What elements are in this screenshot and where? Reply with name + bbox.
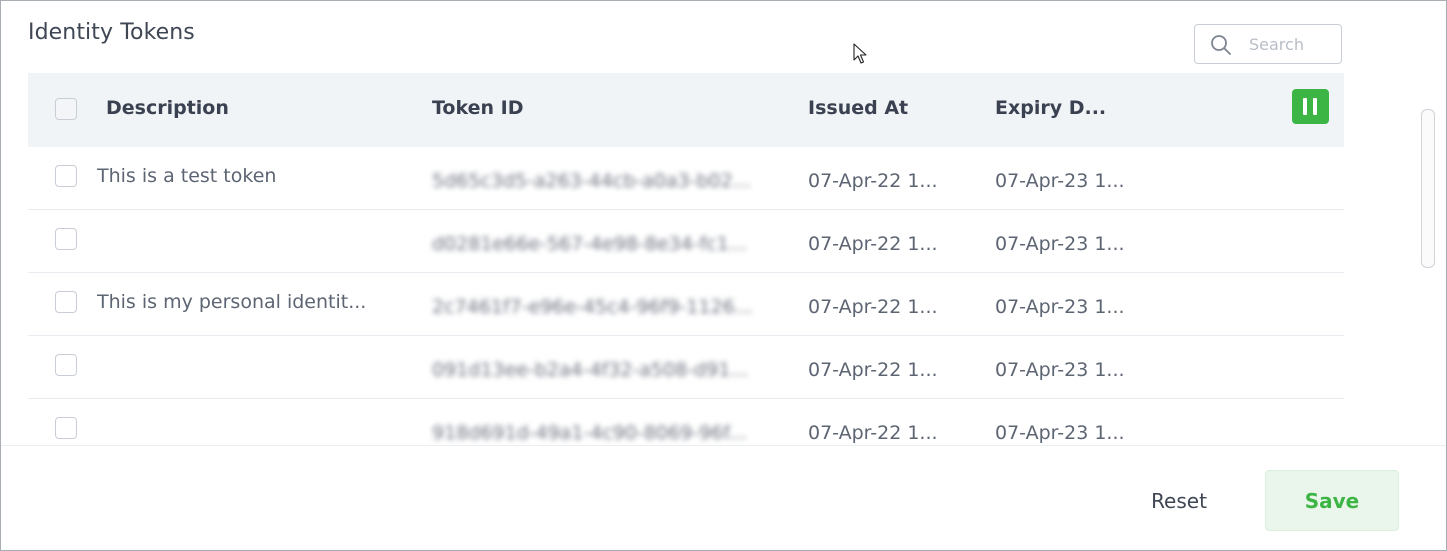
row-checkbox[interactable] bbox=[55, 165, 77, 187]
row-issued-at: 07-Apr-22 1... bbox=[808, 296, 938, 318]
reset-button[interactable]: Reset bbox=[1129, 473, 1229, 529]
row-checkbox[interactable] bbox=[55, 354, 77, 376]
column-header-description[interactable]: Description bbox=[106, 97, 229, 119]
footer-divider bbox=[1, 445, 1446, 446]
search-input[interactable] bbox=[1249, 33, 1337, 55]
row-expiry-date: 07-Apr-23 1... bbox=[995, 359, 1125, 381]
column-header-token-id[interactable]: Token ID bbox=[432, 97, 523, 119]
row-expiry-date: 07-Apr-23 1... bbox=[995, 170, 1125, 192]
column-header-expiry-date[interactable]: Expiry D... bbox=[995, 97, 1106, 119]
row-expiry-date: 07-Apr-23 1... bbox=[995, 296, 1125, 318]
row-description: This is a test token bbox=[97, 165, 277, 187]
row-expiry-date: 07-Apr-23 1... bbox=[995, 422, 1125, 444]
identity-tokens-panel: Identity Tokens Description Token ID Iss… bbox=[0, 0, 1447, 551]
row-checkbox[interactable] bbox=[55, 291, 77, 313]
row-token-id: d0281e66e-567-4e98-8e34-fc1... bbox=[432, 233, 747, 255]
search-icon bbox=[1210, 34, 1232, 56]
table-row[interactable]: 091d13ee-b2a4-4f32-a508-d91... 07-Apr-22… bbox=[28, 336, 1344, 399]
page-title: Identity Tokens bbox=[28, 20, 195, 45]
search-box[interactable] bbox=[1194, 24, 1342, 64]
pause-button[interactable] bbox=[1292, 89, 1329, 124]
table-row[interactable]: This is my personal identit... 2c7461f7-… bbox=[28, 273, 1344, 336]
vertical-scrollbar[interactable] bbox=[1421, 109, 1435, 268]
row-description: This is my personal identit... bbox=[97, 291, 367, 313]
pause-icon bbox=[1303, 98, 1307, 115]
table-row[interactable]: d0281e66e-567-4e98-8e34-fc1... 07-Apr-22… bbox=[28, 210, 1344, 273]
row-token-id: 091d13ee-b2a4-4f32-a508-d91... bbox=[432, 359, 749, 381]
row-token-id: 918d691d-49a1-4c90-8069-96f... bbox=[432, 422, 747, 444]
table-row[interactable]: This is a test token 5d65c3d5-a263-44cb-… bbox=[28, 147, 1344, 210]
select-all-checkbox[interactable] bbox=[55, 98, 77, 120]
row-issued-at: 07-Apr-22 1... bbox=[808, 359, 938, 381]
row-issued-at: 07-Apr-22 1... bbox=[808, 170, 938, 192]
table-row[interactable]: 918d691d-49a1-4c90-8069-96f... 07-Apr-22… bbox=[28, 399, 1344, 445]
row-issued-at: 07-Apr-22 1... bbox=[808, 422, 938, 444]
mouse-pointer-icon bbox=[853, 43, 867, 65]
row-checkbox[interactable] bbox=[55, 228, 77, 250]
table-header: Description Token ID Issued At Expiry D.… bbox=[28, 73, 1344, 147]
row-token-id: 2c7461f7-e96e-45c4-96f9-1126... bbox=[432, 296, 753, 318]
row-checkbox[interactable] bbox=[55, 417, 77, 439]
save-button[interactable]: Save bbox=[1265, 470, 1399, 531]
tokens-table: Description Token ID Issued At Expiry D.… bbox=[28, 73, 1344, 445]
row-token-id: 5d65c3d5-a263-44cb-a0a3-b02... bbox=[432, 170, 751, 192]
column-header-issued-at[interactable]: Issued At bbox=[808, 97, 908, 119]
pause-icon bbox=[1313, 98, 1317, 115]
row-expiry-date: 07-Apr-23 1... bbox=[995, 233, 1125, 255]
row-issued-at: 07-Apr-22 1... bbox=[808, 233, 938, 255]
